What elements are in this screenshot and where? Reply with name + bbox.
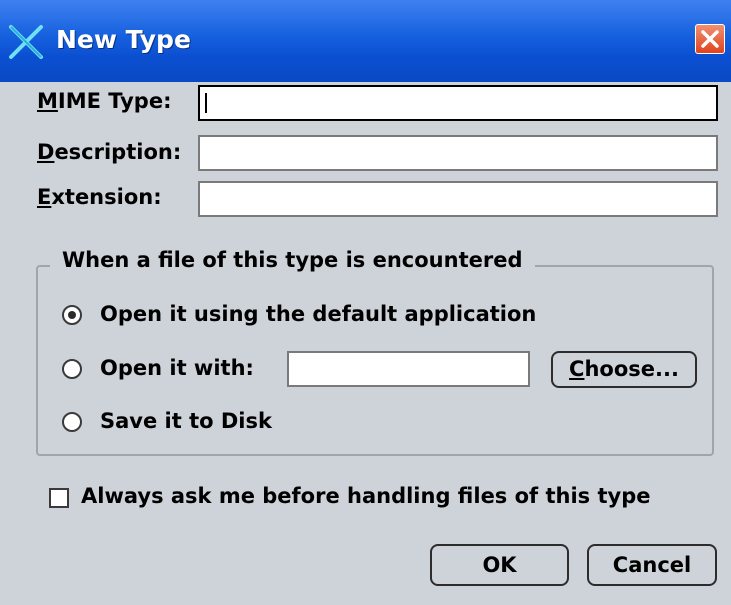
always-ask-label[interactable]: Always ask me before handling files of t… xyxy=(81,484,651,508)
radio-default-application-label[interactable]: Open it using the default application xyxy=(100,302,536,326)
close-icon xyxy=(701,30,719,48)
radio-open-with-label[interactable]: Open it with: xyxy=(100,356,254,380)
extension-label: Extension: xyxy=(37,185,162,209)
groupbox-legend: When a file of this type is encountered xyxy=(50,248,535,272)
window-title: New Type xyxy=(56,25,191,54)
mime-type-input[interactable] xyxy=(198,85,718,121)
close-button[interactable] xyxy=(695,24,725,54)
radio-selected-dot xyxy=(68,311,76,319)
radio-save-to-disk[interactable] xyxy=(62,412,82,432)
extension-input[interactable] xyxy=(198,181,718,217)
description-label: Description: xyxy=(37,140,182,164)
description-input[interactable] xyxy=(198,135,718,171)
choose-button[interactable]: Choose... xyxy=(551,351,697,388)
always-ask-checkbox[interactable] xyxy=(49,488,69,508)
x-logo-icon xyxy=(9,25,43,59)
radio-save-to-disk-label[interactable]: Save it to Disk xyxy=(100,409,272,433)
radio-open-with[interactable] xyxy=(62,359,82,379)
open-with-path-input[interactable] xyxy=(287,351,530,387)
radio-default-application[interactable] xyxy=(62,305,82,325)
cancel-button[interactable]: Cancel xyxy=(587,544,717,586)
text-caret xyxy=(205,93,207,113)
mime-type-label: MIME Type: xyxy=(37,89,172,113)
ok-button[interactable]: OK xyxy=(430,544,569,586)
title-bar: New Type xyxy=(0,0,731,82)
